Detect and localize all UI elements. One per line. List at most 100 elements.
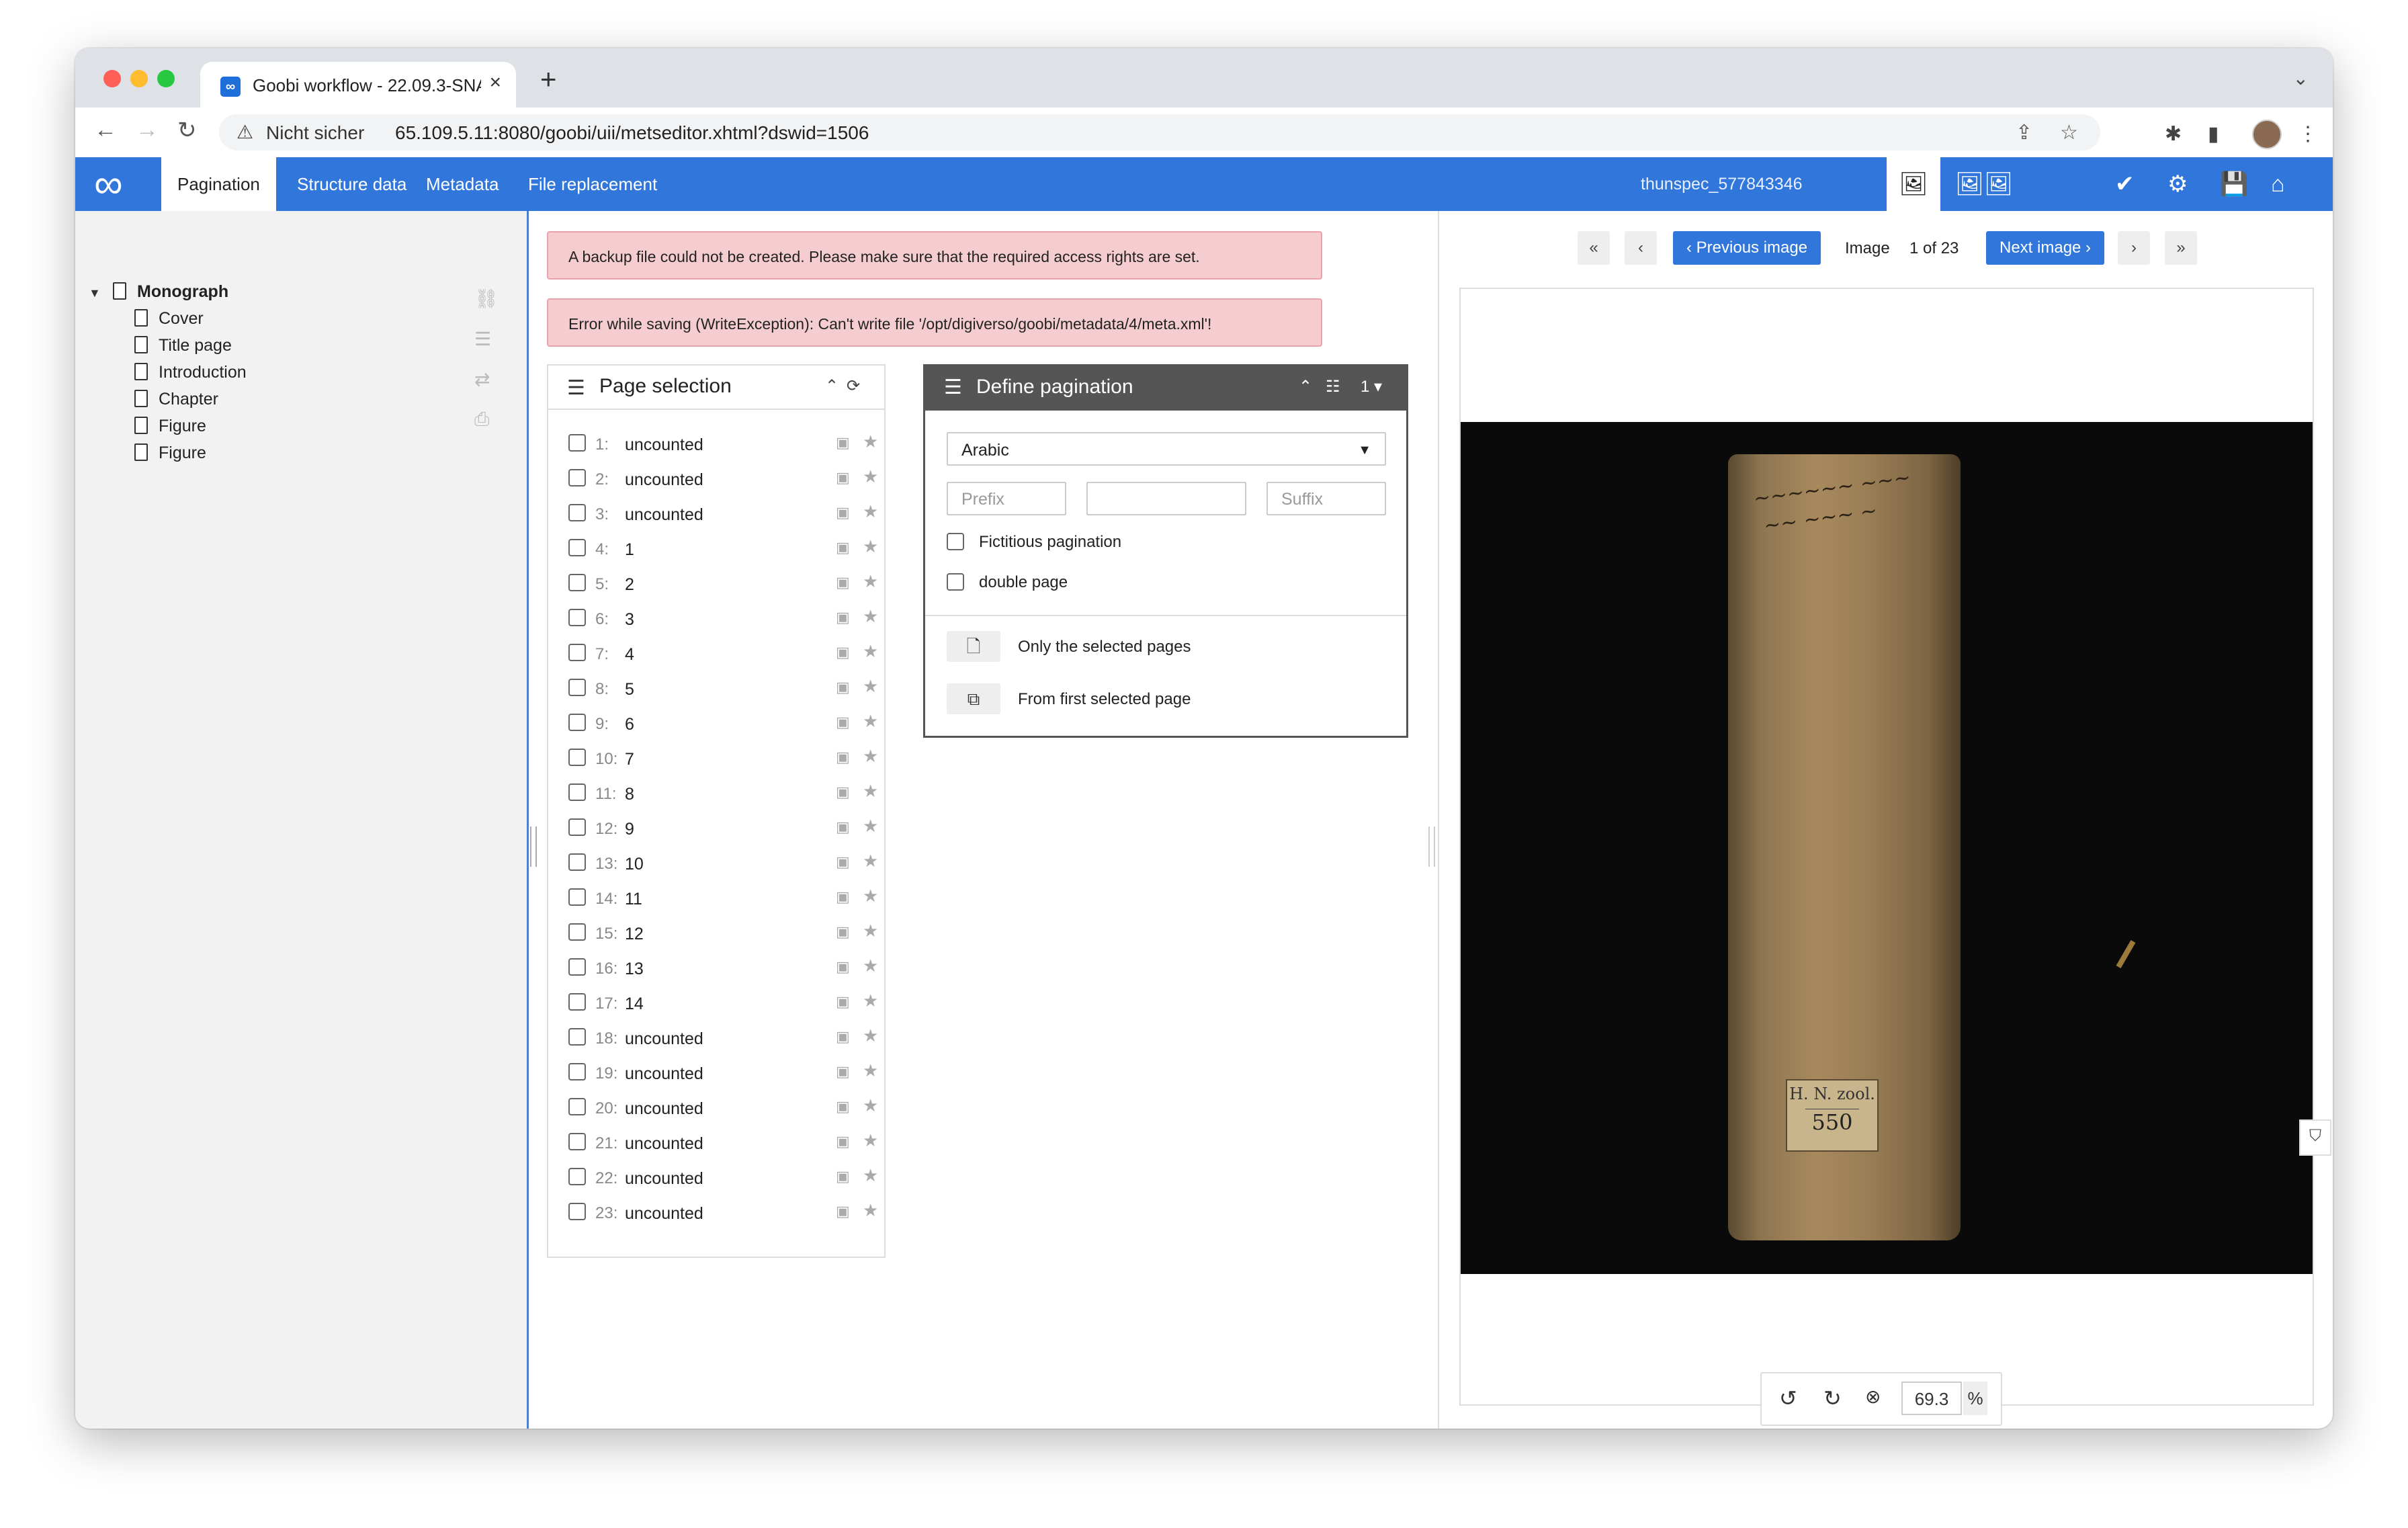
- tree-item-figure[interactable]: Figure: [134, 443, 206, 463]
- side-panel-icon[interactable]: ▮: [2208, 122, 2219, 146]
- star-icon[interactable]: ★: [863, 641, 878, 662]
- page-checkbox[interactable]: [568, 469, 586, 486]
- from-first-label[interactable]: From first selected page: [1018, 690, 1191, 709]
- zoom-input[interactable]: 69.3: [1901, 1382, 1962, 1415]
- page-checkbox[interactable]: [568, 434, 586, 452]
- star-icon[interactable]: ★: [863, 536, 878, 557]
- page-label[interactable]: 13: [625, 960, 644, 979]
- page-checkbox[interactable]: [568, 958, 586, 976]
- single-page-icon[interactable]: 🗋: [947, 631, 1000, 662]
- page-label[interactable]: 2: [625, 575, 634, 595]
- page-label[interactable]: uncounted: [625, 435, 703, 455]
- last-image-button[interactable]: »: [2165, 231, 2197, 265]
- star-icon[interactable]: ★: [863, 781, 878, 802]
- page-label[interactable]: 9: [625, 820, 634, 839]
- image-icon[interactable]: ▣: [836, 504, 850, 521]
- star-icon[interactable]: ★: [863, 1200, 878, 1221]
- page-checkbox[interactable]: [568, 1028, 586, 1046]
- page-checkbox[interactable]: [568, 644, 586, 661]
- image-icon[interactable]: ▣: [836, 539, 850, 556]
- reset-zoom-icon[interactable]: ⊗: [1865, 1386, 1881, 1408]
- page-checkbox[interactable]: [568, 504, 586, 521]
- page-label[interactable]: uncounted: [625, 1169, 703, 1189]
- previous-image-button[interactable]: ‹ Previous image: [1673, 231, 1821, 265]
- page-checkbox[interactable]: [568, 609, 586, 626]
- image-icon[interactable]: ▣: [836, 749, 850, 766]
- list-icon[interactable]: ☰: [474, 328, 491, 350]
- star-icon[interactable]: ★: [863, 1095, 878, 1116]
- page-label[interactable]: uncounted: [625, 1204, 703, 1224]
- page-checkbox[interactable]: [568, 1063, 586, 1080]
- image-icon[interactable]: ▣: [836, 1203, 850, 1220]
- menu-icon[interactable]: ☰: [944, 376, 962, 399]
- double-image-view-icon[interactable]: 🖼🖼: [1947, 157, 2021, 211]
- bookmark-icon[interactable]: ⛉: [2299, 1119, 2331, 1156]
- prefix-input[interactable]: Prefix: [947, 482, 1066, 515]
- tree-root-monograph[interactable]: Monograph: [113, 282, 228, 302]
- page-checkbox[interactable]: [568, 539, 586, 556]
- image-icon[interactable]: ▣: [836, 853, 850, 871]
- scanned-book-image[interactable]: ~~~~~~ ~~~ ~~ ~~~ ~ H. N. zool. 550: [1461, 422, 2313, 1274]
- page-checkbox[interactable]: [568, 679, 586, 696]
- page-row[interactable]: 3: uncounted ▣ ★: [568, 497, 878, 532]
- page-checkbox[interactable]: [568, 888, 586, 906]
- page-checkbox[interactable]: [568, 714, 586, 731]
- url-text[interactable]: 65.109.5.11:8080/goobi/uii/metseditor.xh…: [395, 122, 869, 144]
- double-page-checkbox[interactable]: double page: [947, 573, 1068, 592]
- page-label[interactable]: uncounted: [625, 1134, 703, 1154]
- single-image-view-icon[interactable]: 🖼: [1887, 157, 1940, 211]
- bookmark-star-icon[interactable]: ☆: [2060, 121, 2078, 144]
- next-image-button[interactable]: Next image ›: [1986, 231, 2105, 265]
- image-icon[interactable]: ▣: [836, 1028, 850, 1046]
- star-icon[interactable]: ★: [863, 956, 878, 976]
- tab-file-replacement[interactable]: File replacement: [512, 157, 673, 211]
- close-window-button[interactable]: [103, 70, 121, 87]
- image-icon[interactable]: ▣: [836, 1063, 850, 1080]
- share-icon[interactable]: ⇪: [2016, 121, 2032, 144]
- page-row[interactable]: 20: uncounted ▣ ★: [568, 1091, 878, 1126]
- goobi-logo-icon[interactable]: ∞: [94, 164, 145, 204]
- page-label[interactable]: 12: [625, 925, 644, 944]
- rotate-left-icon[interactable]: ↺: [1779, 1386, 1797, 1411]
- multi-page-icon[interactable]: ⧉: [947, 683, 1000, 714]
- previous-arrow-button[interactable]: ‹: [1625, 231, 1657, 265]
- star-icon[interactable]: ★: [863, 711, 878, 732]
- page-label[interactable]: uncounted: [625, 470, 703, 490]
- page-row[interactable]: 21: uncounted ▣ ★: [568, 1126, 878, 1161]
- image-icon[interactable]: ▣: [836, 888, 850, 906]
- page-label[interactable]: 1: [625, 540, 634, 560]
- page-row[interactable]: 9: 6 ▣ ★: [568, 707, 878, 742]
- refresh-icon[interactable]: ⟳: [847, 376, 860, 396]
- tree-item-introduction[interactable]: Introduction: [134, 363, 247, 382]
- left-resize-handle[interactable]: [530, 826, 537, 867]
- reload-icon[interactable]: ↻: [177, 117, 197, 144]
- image-icon[interactable]: ▣: [836, 434, 850, 452]
- star-icon[interactable]: ★: [863, 921, 878, 941]
- image-icon[interactable]: ▣: [836, 818, 850, 836]
- star-icon[interactable]: ★: [863, 1060, 878, 1081]
- page-checkbox[interactable]: [568, 1133, 586, 1150]
- image-icon[interactable]: ▣: [836, 1168, 850, 1185]
- star-icon[interactable]: ★: [863, 431, 878, 452]
- page-row[interactable]: 23: uncounted ▣ ★: [568, 1196, 878, 1231]
- page-row[interactable]: 2: uncounted ▣ ★: [568, 462, 878, 497]
- page-row[interactable]: 8: 5 ▣ ★: [568, 672, 878, 707]
- page-label[interactable]: 10: [625, 855, 644, 874]
- page-label[interactable]: uncounted: [625, 1064, 703, 1084]
- browser-menu-icon[interactable]: ⋮: [2298, 122, 2318, 146]
- image-icon[interactable]: ▣: [836, 714, 850, 731]
- warning-icon[interactable]: ⚠: [236, 121, 253, 143]
- star-icon[interactable]: ★: [863, 746, 878, 767]
- page-row[interactable]: 19: uncounted ▣ ★: [568, 1056, 878, 1091]
- tab-search-icon[interactable]: ⌄: [2293, 67, 2309, 89]
- page-row[interactable]: 11: 8 ▣ ★: [568, 777, 878, 812]
- checkbox[interactable]: [947, 533, 964, 550]
- tree-item-figure[interactable]: Figure: [134, 417, 206, 436]
- new-tab-icon[interactable]: +: [540, 63, 557, 95]
- image-icon[interactable]: ▣: [836, 469, 850, 486]
- image-icon[interactable]: ▣: [836, 993, 850, 1011]
- browser-tab[interactable]: ∞ Goobi workflow - 22.09.3-SNA ×: [200, 62, 516, 108]
- star-icon[interactable]: ★: [863, 1130, 878, 1151]
- page-row[interactable]: 12: 9 ▣ ★: [568, 812, 878, 847]
- list-icon[interactable]: ☷: [1326, 377, 1340, 396]
